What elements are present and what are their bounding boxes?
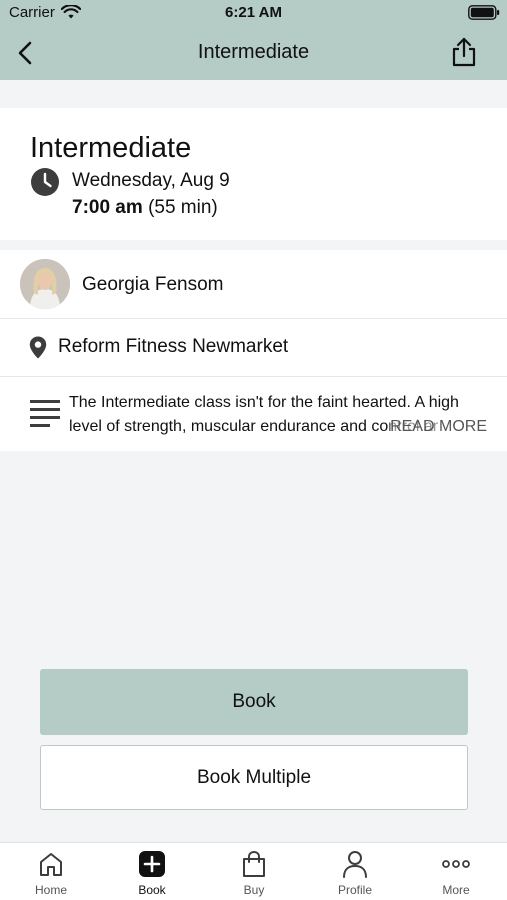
description-icon [30, 400, 60, 433]
tab-label: More [442, 883, 470, 897]
tab-label: Buy [243, 883, 265, 897]
shopping-bag-icon [240, 849, 268, 879]
tab-book[interactable]: Book [107, 849, 197, 899]
tab-label: Profile [337, 883, 372, 897]
location-pin-icon [29, 336, 47, 364]
clock-icon [30, 167, 60, 202]
person-icon [341, 849, 369, 879]
instructor-name[interactable]: Georgia Fensom [82, 274, 224, 296]
divider [0, 376, 507, 377]
book-button[interactable]: Book [40, 669, 468, 735]
tab-profile[interactable]: Profile [310, 849, 400, 899]
location-name[interactable]: Reform Fitness Newmarket [58, 336, 288, 358]
class-date: Wednesday, Aug 9 [72, 170, 230, 191]
share-button[interactable] [449, 36, 479, 68]
tab-more[interactable]: More [411, 849, 501, 899]
battery-icon [468, 5, 500, 25]
tab-label: Book [138, 883, 166, 897]
tab-home[interactable]: Home [6, 849, 96, 899]
class-title: Intermediate [30, 132, 192, 164]
tab-buy[interactable]: Buy [209, 849, 299, 899]
class-time-line: 7:00 am (55 min) [72, 197, 218, 219]
page-title: Intermediate [197, 41, 310, 63]
divider [0, 318, 507, 319]
book-multiple-button[interactable]: Book Multiple [40, 745, 468, 810]
read-more-link[interactable]: READ MORE [390, 415, 487, 439]
class-time: 7:00 am [72, 197, 143, 218]
share-icon [452, 37, 476, 67]
tab-label: Home [34, 883, 67, 897]
plus-square-icon [138, 849, 166, 879]
tab-bar: Home Book Buy Profile More [0, 842, 507, 900]
status-bar: Carrier 6:21 AM [0, 0, 507, 26]
class-duration: (55 min) [148, 197, 218, 218]
home-icon [37, 849, 65, 879]
nav-bar: Intermediate [0, 26, 507, 80]
status-time: 6:21 AM [225, 4, 282, 21]
more-dots-icon [442, 849, 470, 879]
avatar[interactable] [20, 259, 70, 309]
